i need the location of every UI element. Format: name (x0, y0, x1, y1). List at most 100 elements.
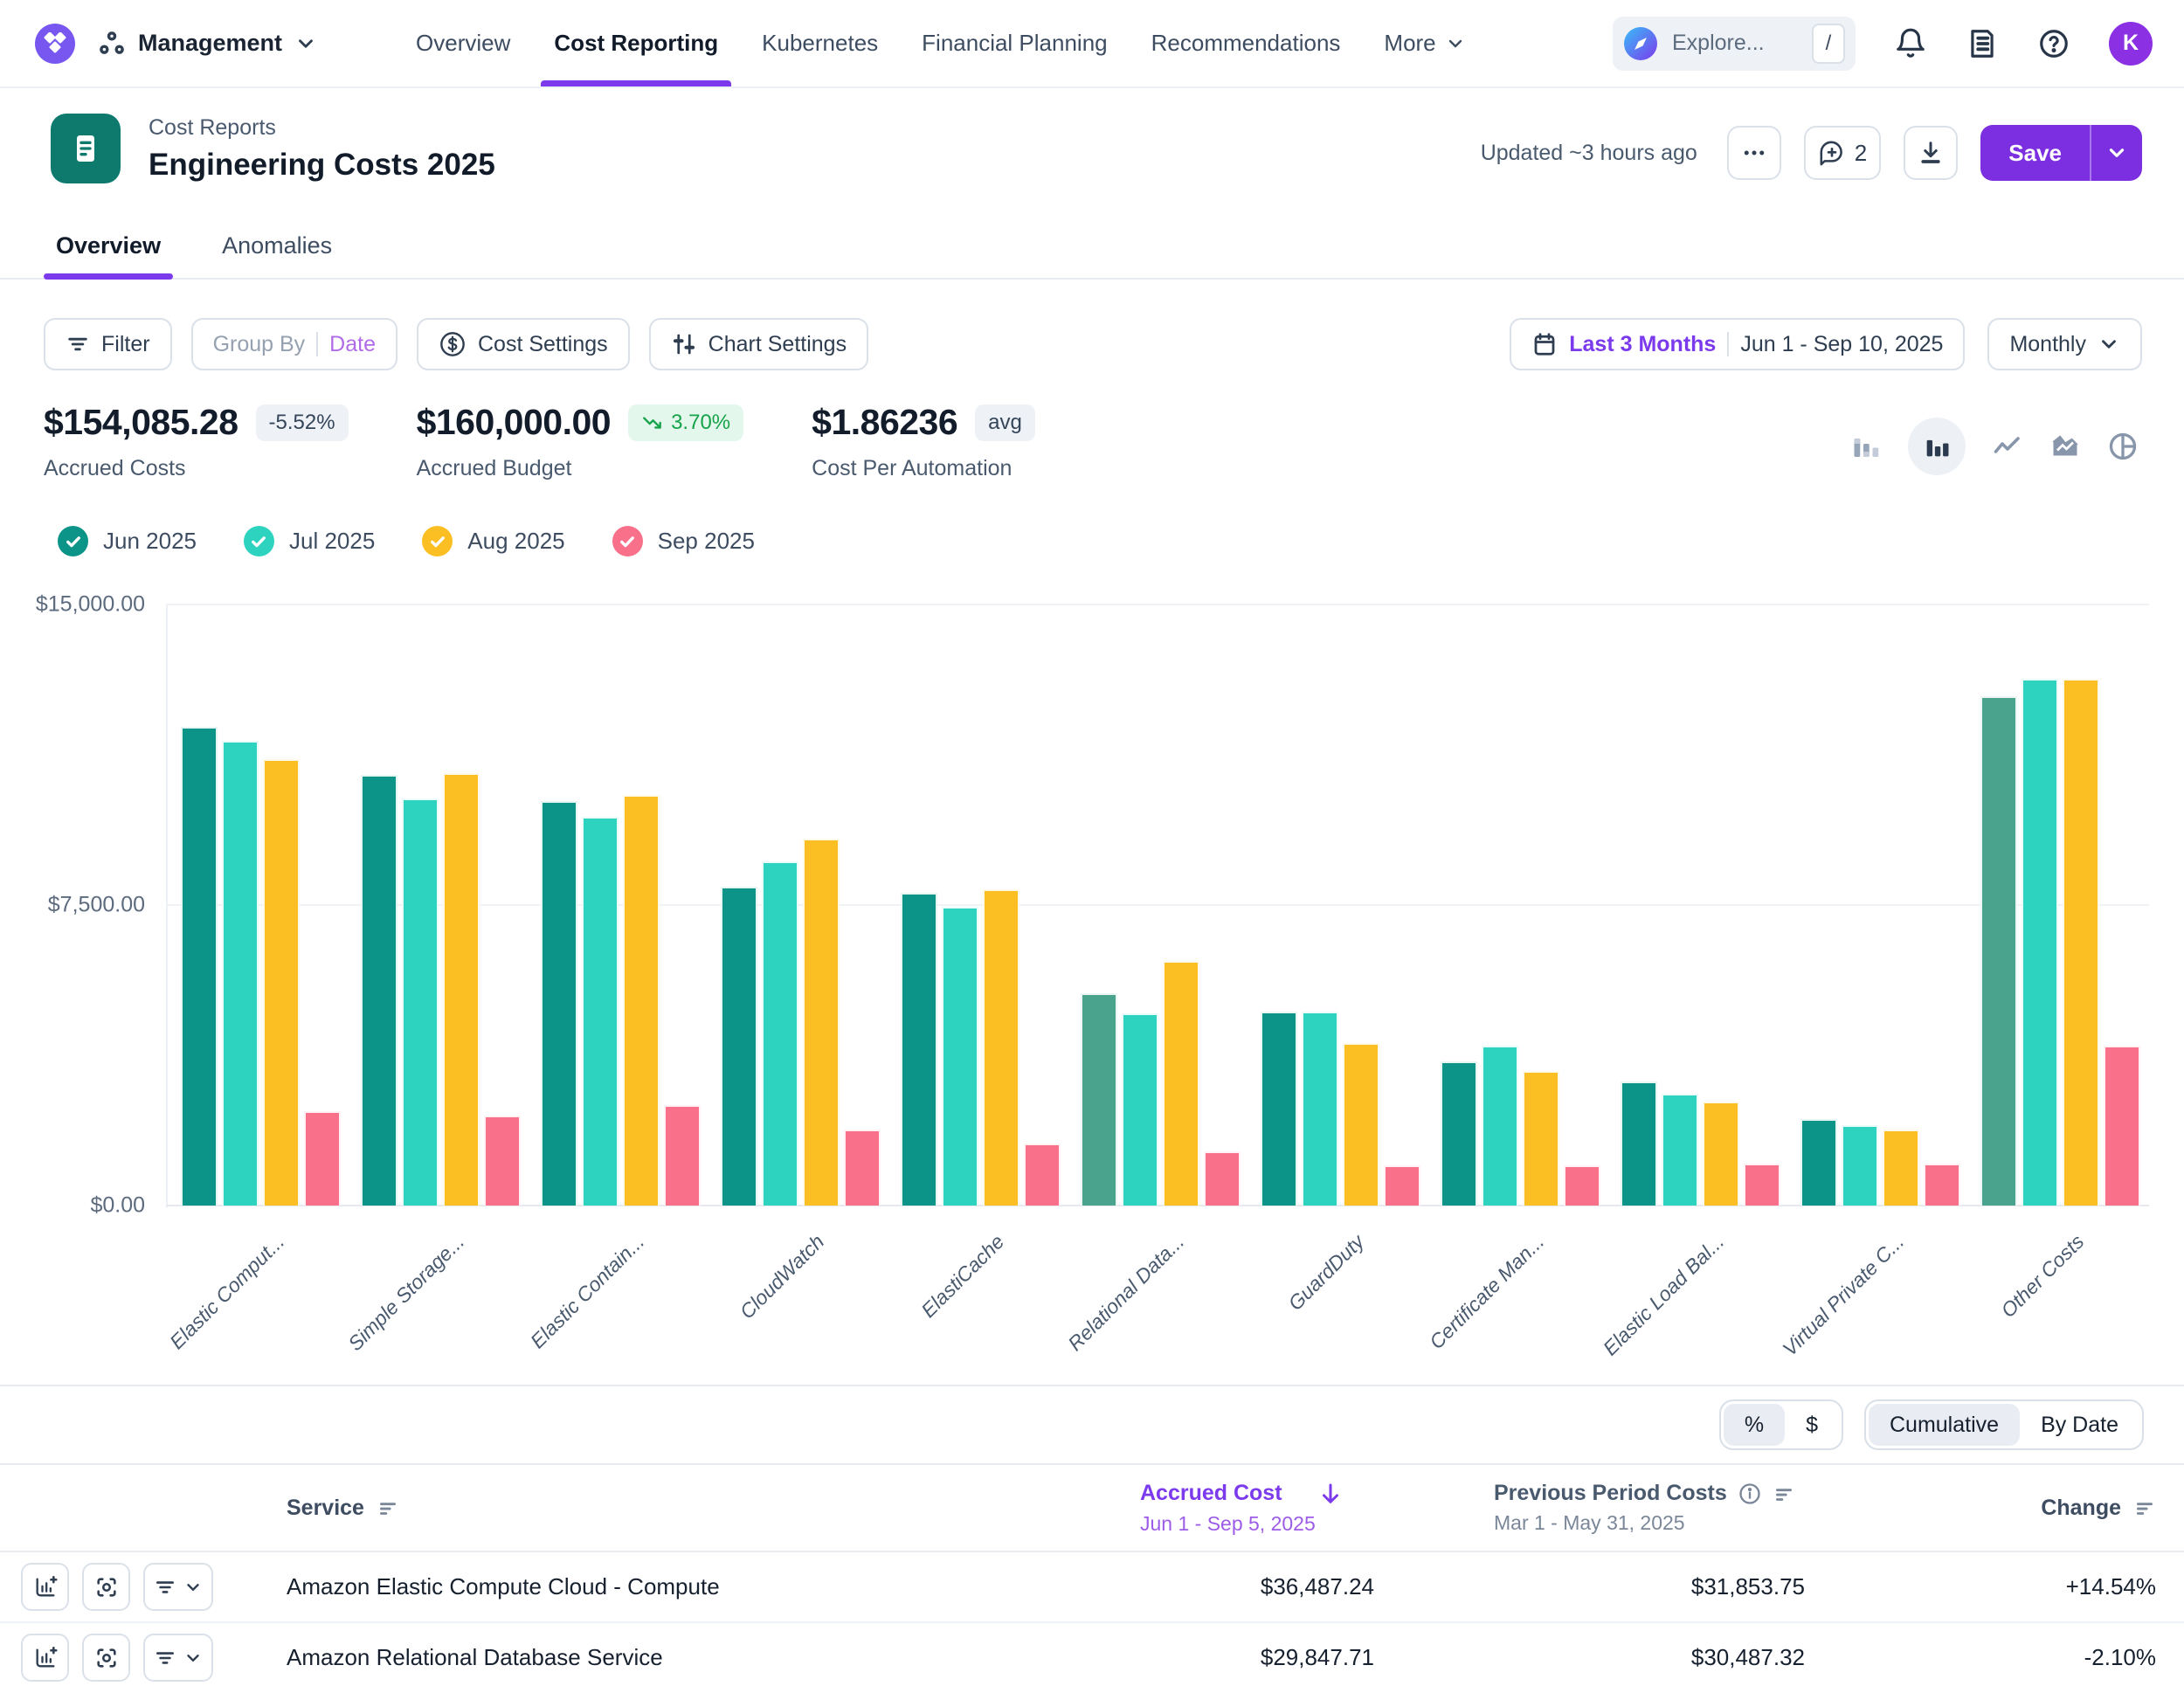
bar-aug-2025-6[interactable] (1163, 961, 1199, 1206)
column-header-previous-period[interactable]: Previous Period Costs Mar 1 - May 31, 20… (1376, 1481, 1808, 1535)
stacked-bar-chart-icon[interactable] (1850, 431, 1882, 462)
cost-settings-button[interactable]: Cost Settings (417, 318, 630, 370)
focus-service-button[interactable] (82, 1563, 130, 1611)
bar-jun-2025-3[interactable] (541, 801, 577, 1206)
notifications-bell-icon[interactable] (1894, 27, 1927, 60)
focus-service-button[interactable] (82, 1634, 130, 1682)
bar-aug-2025-10[interactable] (1883, 1130, 1919, 1206)
user-avatar[interactable]: K (2109, 22, 2153, 66)
bar-sep-2025-5[interactable] (1024, 1144, 1061, 1206)
save-button[interactable]: Save (1980, 125, 2090, 181)
bar-jun-2025-7[interactable] (1261, 1012, 1297, 1206)
bar-jun-2025-6[interactable] (1081, 993, 1117, 1206)
column-header-change[interactable]: Change (1808, 1496, 2184, 1521)
bar-sep-2025-6[interactable] (1204, 1151, 1241, 1206)
row-filter-button[interactable] (143, 1563, 213, 1611)
docs-icon[interactable] (1966, 27, 1999, 60)
save-options-button[interactable] (2091, 125, 2142, 181)
date-range-button[interactable]: Last 3 Months Jun 1 - Sep 10, 2025 (1510, 318, 1965, 370)
bar-jun-2025-9[interactable] (1621, 1081, 1657, 1206)
mode-cumulative-option[interactable]: Cumulative (1869, 1404, 2020, 1446)
bar-sep-2025-9[interactable] (1744, 1164, 1780, 1206)
bar-sep-2025-2[interactable] (484, 1116, 521, 1206)
bar-sep-2025-10[interactable] (1924, 1164, 1960, 1206)
bar-aug-2025-4[interactable] (803, 839, 840, 1206)
nav-item-cost-reporting[interactable]: Cost Reporting (532, 0, 740, 86)
bar-aug-2025-3[interactable] (623, 795, 660, 1206)
granularity-select[interactable]: Monthly (1987, 318, 2142, 370)
nav-item-more[interactable]: More (1362, 0, 1487, 86)
bar-jul-2025-4[interactable] (762, 861, 798, 1206)
bar-jun-2025-11[interactable] (1980, 696, 2017, 1206)
nav-item-kubernetes[interactable]: Kubernetes (740, 0, 900, 86)
nav-item-overview[interactable]: Overview (394, 0, 532, 86)
legend-item[interactable]: Sep 2025 (612, 526, 755, 556)
more-options-button[interactable] (1727, 126, 1781, 180)
bar-jul-2025-7[interactable] (1302, 1012, 1338, 1206)
unit-dollar-option[interactable]: $ (1785, 1404, 1839, 1446)
bar-jul-2025-8[interactable] (1482, 1046, 1518, 1206)
bar-aug-2025-9[interactable] (1703, 1102, 1739, 1206)
bar-jul-2025-10[interactable] (1842, 1125, 1878, 1206)
cost-per-automation-badge: avg (975, 404, 1035, 441)
tab-overview[interactable]: Overview (51, 214, 166, 278)
bar-jun-2025-4[interactable] (721, 887, 757, 1206)
legend-item[interactable]: Jun 2025 (58, 526, 197, 556)
column-header-service[interactable]: Service (262, 1496, 957, 1521)
chart-settings-button[interactable]: Chart Settings (649, 318, 868, 370)
add-to-chart-button[interactable] (21, 1634, 69, 1682)
bar-jul-2025-11[interactable] (2022, 679, 2058, 1206)
area-chart-icon[interactable] (2049, 431, 2081, 462)
help-icon[interactable] (2037, 27, 2070, 60)
report-header: Cost Reports Engineering Costs 2025 (51, 114, 495, 183)
bar-jul-2025-1[interactable] (222, 741, 259, 1206)
legend-item[interactable]: Jul 2025 (244, 526, 375, 556)
legend-item[interactable]: Aug 2025 (422, 526, 564, 556)
nav-item-recommendations[interactable]: Recommendations (1130, 0, 1363, 86)
filter-button[interactable]: Filter (44, 318, 172, 370)
bar-aug-2025-7[interactable] (1343, 1043, 1379, 1206)
bar-jul-2025-6[interactable] (1122, 1013, 1158, 1206)
unit-percent-option[interactable]: % (1724, 1404, 1785, 1446)
bar-sep-2025-3[interactable] (664, 1105, 701, 1206)
bar-sep-2025-4[interactable] (844, 1130, 881, 1206)
add-to-chart-button[interactable] (21, 1563, 69, 1611)
tab-anomalies[interactable]: Anomalies (217, 214, 337, 278)
bar-aug-2025-5[interactable] (983, 889, 1019, 1206)
workspace-switcher[interactable]: Management (98, 30, 317, 58)
accrued-budget-value: $160,000.00 (417, 402, 612, 443)
bar-sep-2025-8[interactable] (1564, 1165, 1600, 1206)
bar-jun-2025-8[interactable] (1441, 1061, 1477, 1206)
bar-jul-2025-2[interactable] (402, 798, 439, 1206)
bar-aug-2025-1[interactable] (263, 759, 300, 1206)
row-filter-button[interactable] (143, 1634, 213, 1682)
bar-aug-2025-2[interactable] (443, 773, 480, 1206)
explore-search[interactable]: Explore... / (1613, 17, 1856, 71)
download-button[interactable] (1904, 126, 1958, 180)
bar-chart-icon[interactable] (1908, 418, 1966, 475)
comments-button[interactable]: 2 (1804, 126, 1881, 180)
bar-aug-2025-11[interactable] (2063, 679, 2099, 1206)
bar-sep-2025-11[interactable] (2104, 1046, 2140, 1206)
bar-jun-2025-1[interactable] (181, 727, 218, 1206)
cost-settings-label: Cost Settings (478, 332, 608, 357)
bar-jul-2025-9[interactable] (1662, 1094, 1698, 1206)
info-icon (1738, 1482, 1762, 1506)
mode-by-date-option[interactable]: By Date (2020, 1404, 2139, 1446)
pie-chart-icon[interactable] (2107, 431, 2139, 462)
bar-jun-2025-2[interactable] (361, 775, 397, 1206)
bar-jul-2025-5[interactable] (942, 907, 978, 1206)
table-controls: % $ Cumulative By Date (1719, 1399, 2144, 1450)
bar-jun-2025-5[interactable] (901, 893, 937, 1206)
bar-sep-2025-7[interactable] (1384, 1165, 1420, 1206)
bar-aug-2025-8[interactable] (1523, 1071, 1559, 1206)
brand-logo[interactable] (35, 24, 75, 64)
bar-sep-2025-1[interactable] (304, 1111, 341, 1206)
column-header-accrued-cost[interactable]: Accrued Cost Jun 1 - Sep 5, 2025 (957, 1481, 1376, 1536)
date-divider (1727, 332, 1729, 356)
bar-jun-2025-10[interactable] (1800, 1119, 1837, 1206)
group-by-button[interactable]: Group By Date (191, 318, 397, 370)
nav-item-financial-planning[interactable]: Financial Planning (900, 0, 1129, 86)
bar-jul-2025-3[interactable] (582, 817, 619, 1206)
line-chart-icon[interactable] (1992, 431, 2023, 462)
